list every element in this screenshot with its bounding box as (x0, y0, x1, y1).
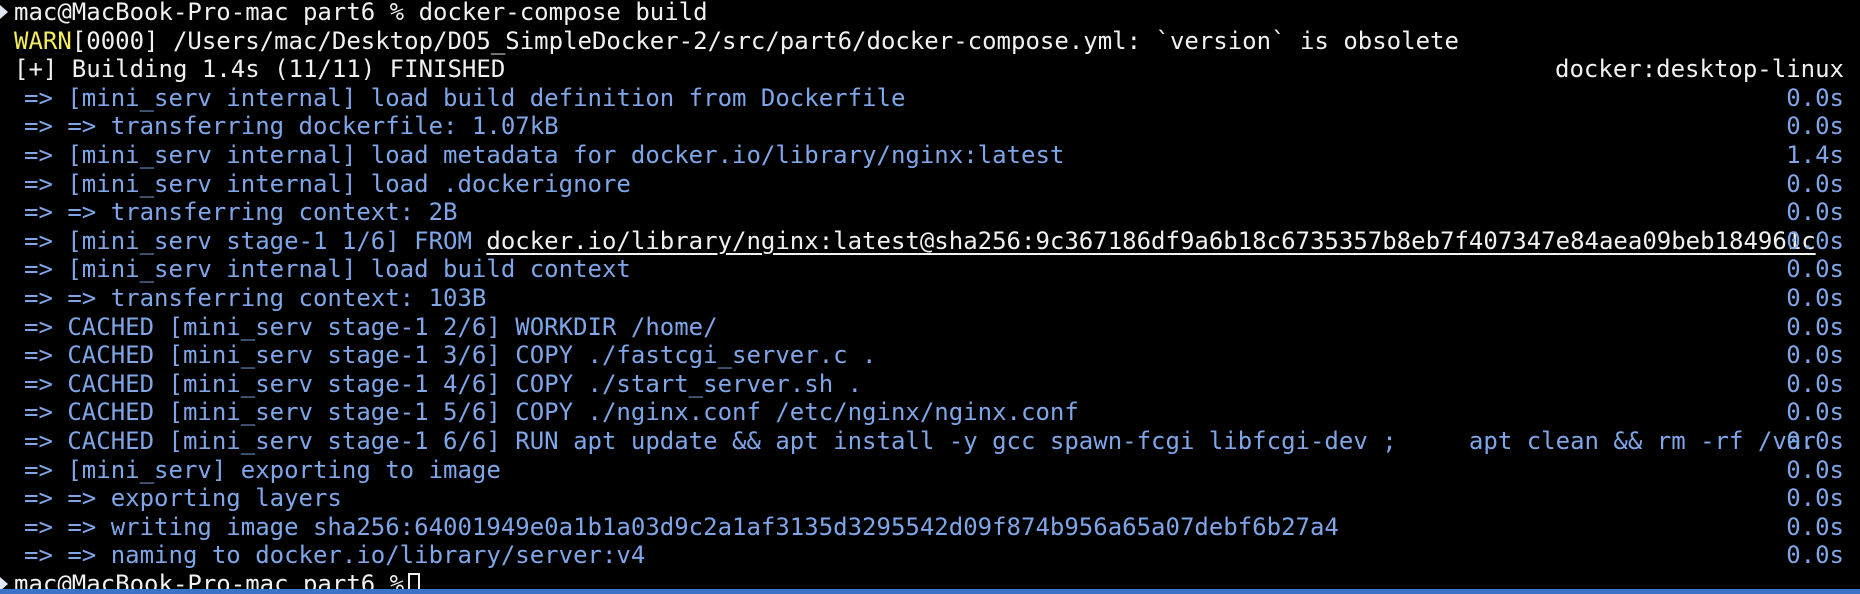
step-text: => [mini_serv internal] load build conte… (24, 255, 631, 284)
step-text: => => naming to docker.io/library/server… (24, 541, 646, 570)
build-step: => [mini_serv internal] load metadata fo… (0, 141, 1860, 170)
build-step: => => transferring dockerfile: 1.07kB 0.… (0, 112, 1860, 141)
step-time: 0.0s (1786, 112, 1844, 141)
step-time: 0.0s (1786, 198, 1844, 227)
step-text: => => transferring context: 2B (24, 198, 458, 227)
builder-name: docker:desktop-linux (1555, 55, 1844, 84)
build-step: => CACHED [mini_serv stage-1 4/6] COPY .… (0, 370, 1860, 399)
step-time: 0.0s (1786, 226, 1844, 255)
step-text: => [mini_serv] exporting to image (24, 455, 501, 484)
step-text: => [mini_serv stage-1 1/6] FROM (24, 226, 487, 255)
build-step: => CACHED [mini_serv stage-1 3/6] COPY .… (0, 341, 1860, 370)
step-text: => CACHED [mini_serv stage-1 3/6] COPY .… (24, 341, 877, 370)
step-time: 0.0s (1786, 369, 1844, 398)
step-time: 0.0s (1786, 455, 1844, 484)
bottom-bar (0, 589, 1860, 594)
step-text: => [mini_serv internal] load .dockerigno… (24, 169, 631, 198)
build-step: => [mini_serv internal] load build conte… (0, 255, 1860, 284)
step-text: => [mini_serv internal] load build defin… (24, 83, 906, 112)
build-step: => CACHED [mini_serv stage-1 6/6] RUN ap… (0, 427, 1860, 456)
warn-line: WARN[0000] /Users/mac/Desktop/DO5_Simple… (0, 27, 1860, 56)
build-step: => => naming to docker.io/library/server… (0, 541, 1860, 570)
image-digest-link[interactable]: docker.io/library/nginx:latest@sha256:9c… (486, 227, 1815, 255)
command-line: mac@MacBook-Pro-mac part6 % docker-compo… (0, 0, 1860, 27)
step-text: => => transferring context: 103B (24, 283, 487, 312)
build-step: => => exporting layers 0.0s (0, 484, 1860, 513)
step-text: => => exporting layers (24, 484, 342, 513)
step-text: => => transferring dockerfile: 1.07kB (24, 112, 559, 141)
step-time: 0.0s (1786, 426, 1844, 455)
step-time: 1.4s (1786, 140, 1844, 169)
step-text: => CACHED [mini_serv stage-1 2/6] WORKDI… (24, 312, 718, 341)
build-step: => => transferring context: 2B 0.0s (0, 198, 1860, 227)
step-time: 0.0s (1786, 484, 1844, 513)
step-time: 0.0s (1786, 512, 1844, 541)
command-text: mac@MacBook-Pro-mac part6 % docker-compo… (14, 0, 708, 26)
step-text: => => writing image sha256:64001949e0a1b… (24, 512, 1339, 541)
terminal-output: mac@MacBook-Pro-mac part6 % docker-compo… (0, 0, 1860, 594)
step-time: 0.0s (1786, 83, 1844, 112)
step-time: 0.0s (1786, 541, 1844, 570)
step-time: 0.0s (1786, 283, 1844, 312)
build-step: => [mini_serv internal] load .dockerigno… (0, 170, 1860, 199)
terminal-window[interactable]: mac@MacBook-Pro-mac part6 % docker-compo… (0, 0, 1860, 594)
step-time: 0.0s (1786, 341, 1844, 370)
build-step: => CACHED [mini_serv stage-1 2/6] WORKDI… (0, 313, 1860, 342)
prompt-marker-icon (0, 5, 8, 19)
build-step: => => writing image sha256:64001949e0a1b… (0, 513, 1860, 542)
step-text: => CACHED [mini_serv stage-1 4/6] COPY .… (24, 369, 863, 398)
build-step: => CACHED [mini_serv stage-1 5/6] COPY .… (0, 398, 1860, 427)
step-text: => CACHED [mini_serv stage-1 5/6] COPY .… (24, 398, 1079, 427)
warn-tag: WARN (14, 26, 72, 55)
build-step: => [mini_serv internal] load build defin… (0, 84, 1860, 113)
step-text: => CACHED [mini_serv stage-1 6/6] RUN ap… (24, 426, 1816, 455)
step-time: 0.0s (1786, 169, 1844, 198)
step-time: 0.0s (1786, 398, 1844, 427)
build-step: => [mini_serv] exporting to image 0.0s (0, 456, 1860, 485)
build-step: => [mini_serv stage-1 1/6] FROM docker.i… (0, 227, 1860, 256)
step-text: => [mini_serv internal] load metadata fo… (24, 140, 1065, 169)
step-time: 0.0s (1786, 255, 1844, 284)
warn-text: [0000] /Users/mac/Desktop/DO5_SimpleDock… (71, 26, 1459, 55)
step-time: 0.0s (1786, 312, 1844, 341)
building-status: [+] Building 1.4s (11/11) FINISHED (14, 55, 506, 84)
build-step: => => transferring context: 103B 0.0s (0, 284, 1860, 313)
building-line: [+] Building 1.4s (11/11) FINISHED docke… (0, 55, 1860, 84)
